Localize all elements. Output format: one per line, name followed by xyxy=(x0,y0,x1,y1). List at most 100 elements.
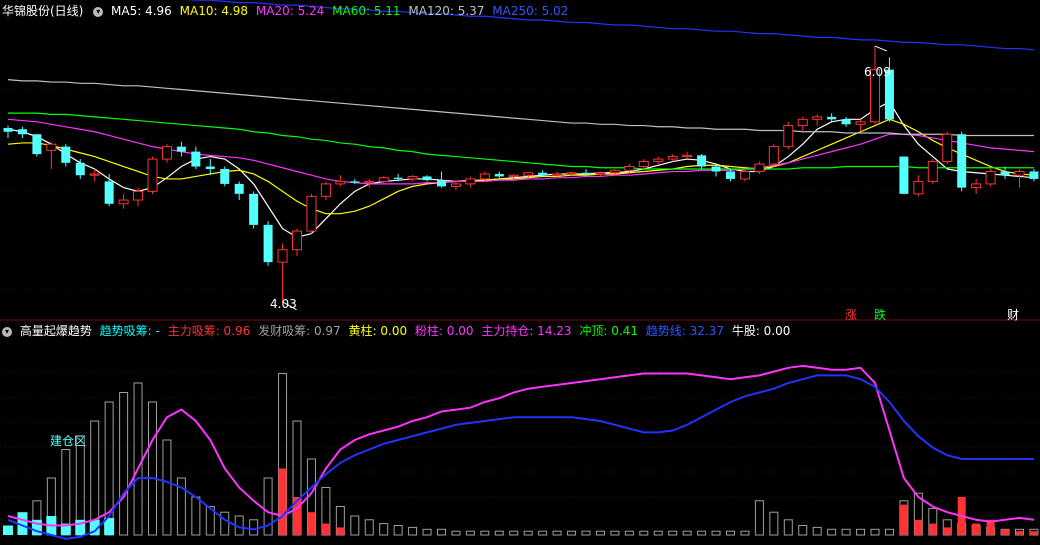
fall-tag[interactable]: 跌 xyxy=(872,306,888,323)
candle-body xyxy=(667,156,678,160)
candle-body xyxy=(220,169,230,184)
candle-body xyxy=(1029,171,1039,179)
candle-body xyxy=(61,146,71,163)
candle-body xyxy=(393,177,403,179)
candle-body xyxy=(538,172,548,176)
ma-line-ma20 xyxy=(7,118,1035,185)
chevron-down-icon[interactable]: ▾ xyxy=(2,326,12,337)
fortune-bar xyxy=(610,530,620,536)
main-accum-bar xyxy=(1029,531,1038,535)
fortune-bar xyxy=(220,511,230,536)
fortune-bar xyxy=(523,530,533,536)
candle-body xyxy=(971,183,982,189)
candle-body xyxy=(942,133,953,163)
candle-body xyxy=(32,134,42,155)
field-pink-bar: 粉柱: 0.00 xyxy=(414,324,474,338)
fortune-bar xyxy=(480,530,490,536)
fortune-bar xyxy=(639,530,649,536)
ma5-label: MA5: 4.96 xyxy=(111,4,172,18)
candle-body xyxy=(855,121,866,125)
ma120-label: MA120: 5.37 xyxy=(408,4,485,18)
ma10-label: MA10: 4.98 xyxy=(179,4,249,18)
rise-tag[interactable]: 涨 xyxy=(843,306,859,323)
fortune-bar xyxy=(393,525,403,536)
top-panel-grid xyxy=(0,89,1040,321)
candle-body xyxy=(75,162,85,176)
fortune-bar xyxy=(783,519,793,536)
fortune-bar xyxy=(595,530,605,536)
fortune-bar xyxy=(812,526,822,536)
fortune-bar xyxy=(408,526,418,536)
fortune-bar xyxy=(437,528,446,536)
candle-body xyxy=(437,180,446,187)
fortune-bar xyxy=(133,382,143,536)
candle-body xyxy=(320,183,331,197)
candle-body xyxy=(335,180,346,185)
candle-body xyxy=(104,181,114,204)
candle-body xyxy=(711,166,721,172)
candle-body xyxy=(147,158,158,192)
main-accum-bar xyxy=(307,512,316,535)
field-trend-accum: 趋势吸筹: - xyxy=(99,324,160,338)
candle-body xyxy=(827,116,837,120)
candle-body xyxy=(263,224,273,263)
main-accum-bar xyxy=(278,468,287,535)
fortune-bar xyxy=(711,530,721,536)
main-accum-bar xyxy=(1001,529,1010,535)
trend-accum-bar xyxy=(3,525,13,535)
main-accum-bar xyxy=(321,523,330,535)
candle-body xyxy=(479,173,490,180)
candle-body xyxy=(595,172,606,175)
build-zone-label: 建仓区 xyxy=(50,434,87,448)
candle-body xyxy=(161,146,172,160)
main-holding-line xyxy=(7,364,1035,527)
fortune-bar xyxy=(552,530,562,536)
field-fortune-accum: 发财吸筹: 0.97 xyxy=(258,324,341,338)
fortune-bar xyxy=(191,496,201,536)
candle-body xyxy=(726,171,735,179)
chevron-down-icon[interactable]: ▾ xyxy=(93,6,104,17)
moving-average-lines xyxy=(7,0,1035,238)
fortune-bar xyxy=(119,392,129,536)
candle-body xyxy=(523,172,534,176)
fortune-bar xyxy=(451,530,461,536)
main-accum-bar xyxy=(899,504,908,535)
fortune-bar xyxy=(740,530,750,536)
field-trend-line: 趋势线: 32.37 xyxy=(645,324,724,338)
candle-body xyxy=(739,170,750,180)
fortune-bar xyxy=(653,530,663,536)
candle-body xyxy=(957,134,967,188)
candle-body xyxy=(133,190,144,201)
field-bull-stock: 牛股: 0.00 xyxy=(731,324,791,338)
field-main-accum: 主力吸筹: 0.96 xyxy=(167,324,251,338)
candle-body xyxy=(191,151,201,167)
finance-tag[interactable]: 财 xyxy=(1005,306,1021,323)
candle-body xyxy=(508,174,519,177)
candle-body xyxy=(3,128,13,132)
candle-body xyxy=(364,180,375,184)
indicator-name[interactable]: 高量起爆趋势 xyxy=(20,324,92,338)
candle-body xyxy=(927,161,938,182)
candle-body xyxy=(783,125,794,148)
candle-body xyxy=(624,166,635,171)
candle-body xyxy=(249,193,259,225)
field-peak: 冲顶: 0.41 xyxy=(579,324,638,338)
candle-body xyxy=(682,154,693,158)
indicator-lines xyxy=(7,364,1035,540)
fortune-bar xyxy=(350,515,360,536)
ma60-label: MA60: 5.11 xyxy=(332,4,401,18)
fortune-bar xyxy=(61,449,71,536)
main-accum-bar xyxy=(336,527,345,535)
field-main-holding: 主力持仓: 14.23 xyxy=(481,324,572,338)
top-panel-header: 华锦股份(日线) ▾ MA5: 4.96 MA10: 4.98 MA20: 5.… xyxy=(0,2,572,20)
candle-body xyxy=(450,183,461,187)
fortune-bar xyxy=(754,500,764,536)
candle-body xyxy=(89,173,100,176)
indicator-bars xyxy=(3,373,1039,536)
candle-body xyxy=(1014,170,1025,176)
candle-body xyxy=(17,129,27,135)
chart-canvas[interactable] xyxy=(0,0,1040,545)
candle-body xyxy=(350,181,360,183)
stock-name[interactable]: 华锦股份(日线) xyxy=(2,4,83,18)
fortune-bar xyxy=(841,528,851,536)
